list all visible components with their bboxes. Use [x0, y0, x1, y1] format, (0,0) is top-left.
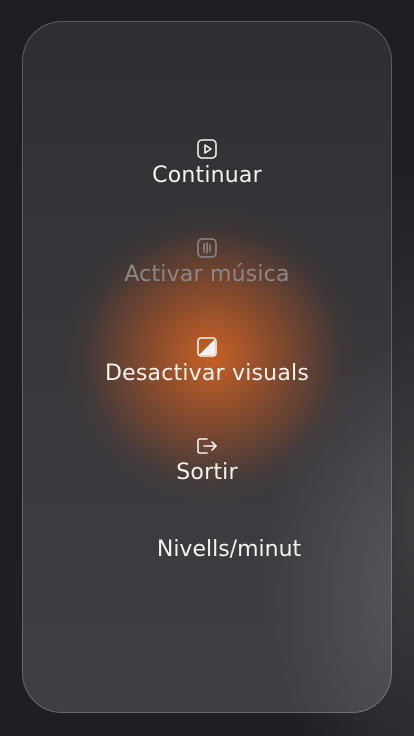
music-bars-icon — [196, 237, 218, 259]
enable-music-button[interactable]: Activar música — [22, 237, 392, 288]
levels-per-minute-label: Nivells/minut — [156, 537, 302, 562]
pause-menu: Continuar Activar música Desactivar visu… — [22, 21, 392, 713]
exit-icon — [196, 435, 218, 457]
pause-menu-panel: Continuar Activar música Desactivar visu… — [22, 21, 392, 713]
disable-visuals-label: Desactivar visuals — [105, 361, 309, 386]
enable-music-label: Activar música — [124, 262, 290, 287]
contrast-icon — [196, 336, 218, 358]
continue-label: Continuar — [152, 163, 262, 188]
exit-label: Sortir — [176, 460, 238, 485]
continue-button[interactable]: Continuar — [22, 138, 392, 189]
exit-button[interactable]: Sortir — [22, 435, 392, 486]
disable-visuals-button[interactable]: Desactivar visuals — [22, 336, 392, 387]
play-icon — [196, 138, 218, 160]
